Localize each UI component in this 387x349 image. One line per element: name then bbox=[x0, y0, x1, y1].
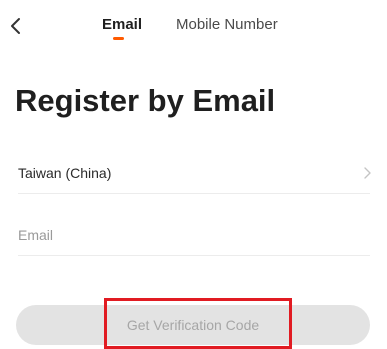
get-verification-code-label: Get Verification Code bbox=[126, 317, 260, 333]
active-tab-indicator bbox=[113, 37, 124, 40]
email-input[interactable] bbox=[18, 221, 370, 249]
get-verification-code-button[interactable]: Get Verification Code bbox=[16, 305, 370, 345]
page-title: Register by Email bbox=[15, 83, 276, 118]
chevron-right-icon bbox=[362, 166, 372, 185]
region-value: Taiwan (China) bbox=[18, 165, 112, 181]
tab-email[interactable]: Email bbox=[102, 16, 142, 34]
region-selector[interactable]: Taiwan (China) bbox=[18, 153, 372, 194]
tab-mobile-number[interactable]: Mobile Number bbox=[176, 16, 278, 34]
email-field-row bbox=[18, 215, 370, 256]
tab-bar: Email Mobile Number bbox=[0, 0, 387, 48]
